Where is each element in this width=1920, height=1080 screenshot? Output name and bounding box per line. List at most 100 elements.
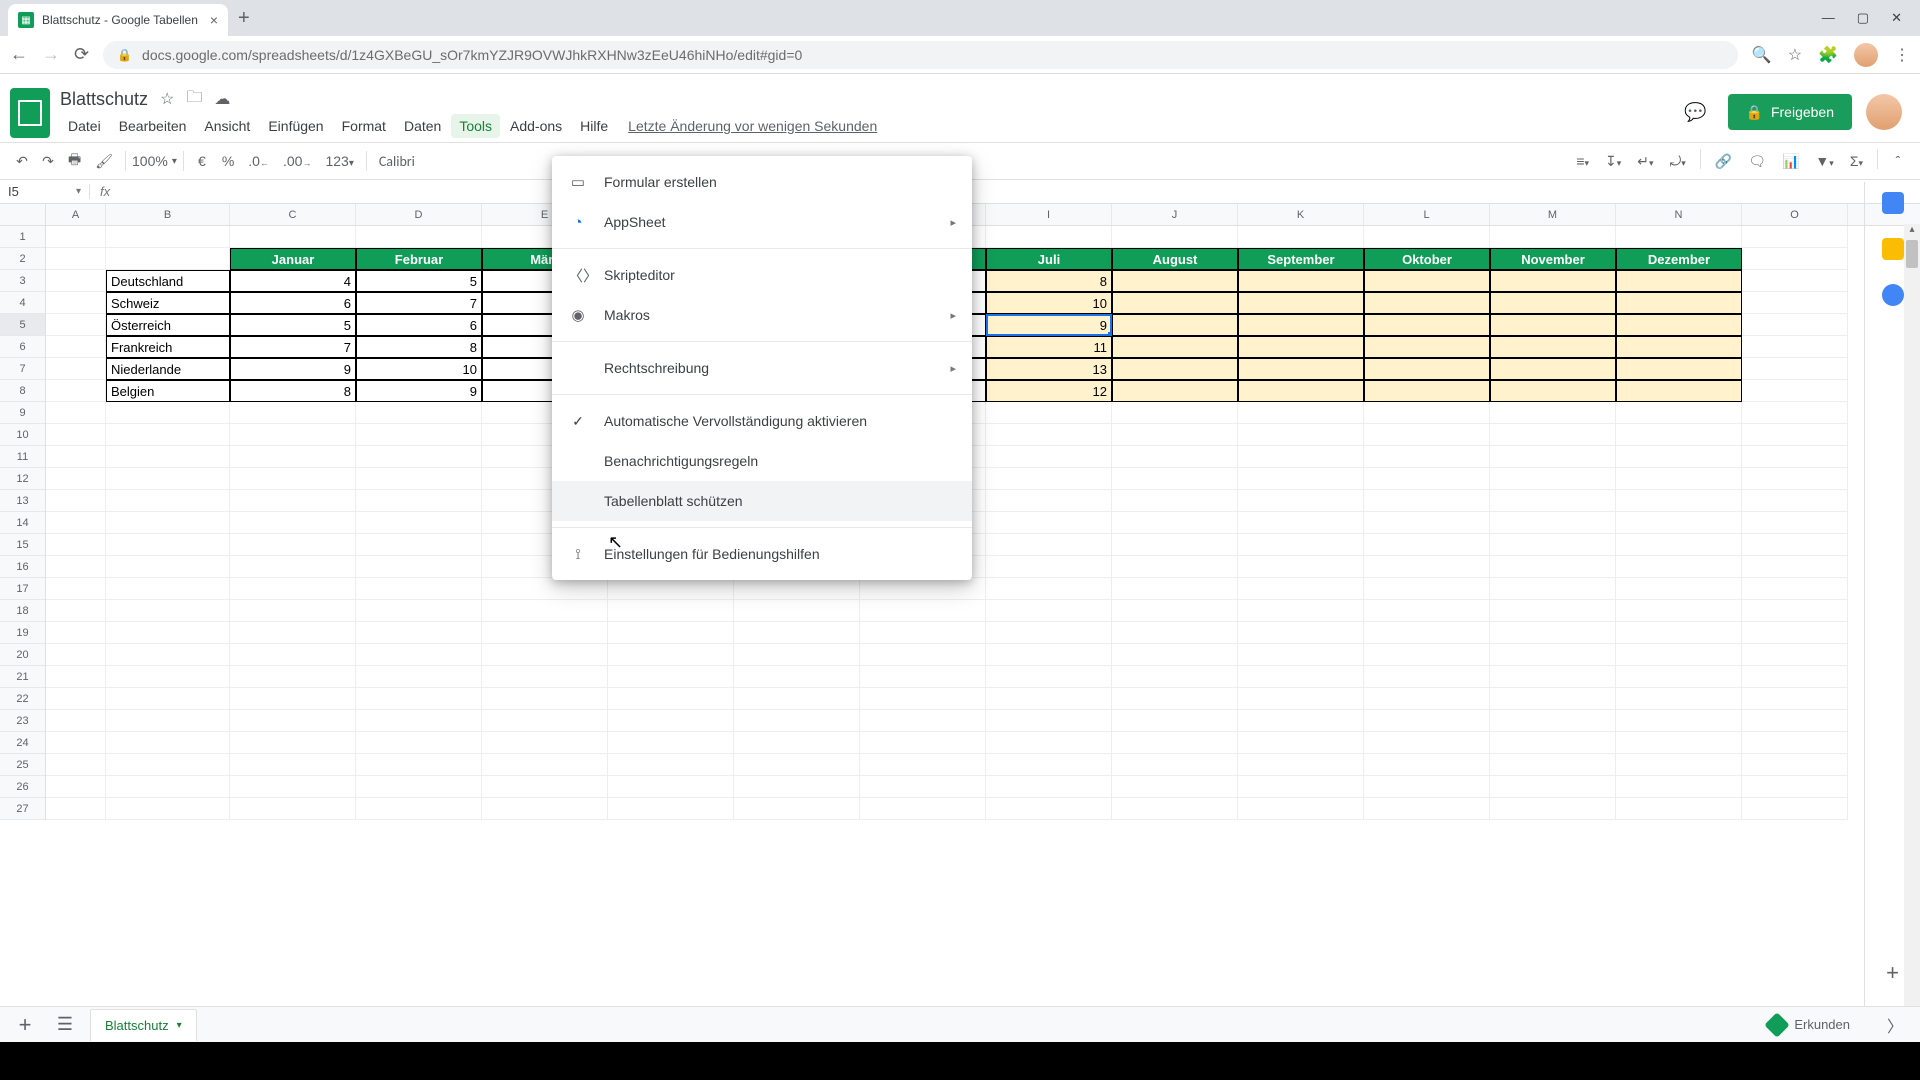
cell[interactable] xyxy=(46,292,106,314)
menu-accessibility[interactable]: ⟟ Einstellungen für Bedienungshilfen xyxy=(552,534,972,574)
cell[interactable] xyxy=(356,600,482,622)
cell[interactable] xyxy=(482,798,608,820)
cell[interactable] xyxy=(230,226,356,248)
cell[interactable] xyxy=(46,776,106,798)
cell[interactable] xyxy=(1616,754,1742,776)
cell[interactable] xyxy=(1616,600,1742,622)
last-edit-link[interactable]: Letzte Änderung vor wenigen Sekunden xyxy=(628,118,877,134)
cell[interactable] xyxy=(106,776,230,798)
cell[interactable] xyxy=(46,688,106,710)
cell[interactable] xyxy=(1490,534,1616,556)
data-cell[interactable] xyxy=(1112,380,1238,402)
cell[interactable] xyxy=(1112,600,1238,622)
cell[interactable] xyxy=(1616,490,1742,512)
cell[interactable] xyxy=(46,380,106,402)
cell[interactable] xyxy=(1238,644,1364,666)
cell[interactable] xyxy=(230,512,356,534)
paint-format-button[interactable]: 🖌 xyxy=(89,149,119,174)
bookmark-icon[interactable]: ☆ xyxy=(1788,45,1802,65)
cell[interactable] xyxy=(356,622,482,644)
cell[interactable] xyxy=(734,644,860,666)
cell[interactable] xyxy=(734,776,860,798)
insert-comment-button[interactable]: 🗨 xyxy=(1742,149,1772,174)
cell[interactable] xyxy=(1364,600,1490,622)
cell[interactable] xyxy=(106,578,230,600)
menu-item-ansicht[interactable]: Ansicht xyxy=(196,114,258,138)
cell[interactable] xyxy=(482,578,608,600)
row-header[interactable]: 4 xyxy=(0,292,45,314)
calendar-icon[interactable] xyxy=(1882,192,1904,214)
cell[interactable] xyxy=(356,666,482,688)
cell[interactable] xyxy=(356,468,482,490)
month-header[interactable]: Dezember xyxy=(1616,248,1742,270)
month-header[interactable]: August xyxy=(1112,248,1238,270)
cell[interactable] xyxy=(1238,578,1364,600)
cell[interactable] xyxy=(230,424,356,446)
cell[interactable] xyxy=(986,776,1112,798)
cell[interactable] xyxy=(356,688,482,710)
data-cell[interactable] xyxy=(1364,336,1490,358)
cell[interactable] xyxy=(986,666,1112,688)
cell[interactable] xyxy=(1364,402,1490,424)
zoom-select[interactable]: 100% ▾ xyxy=(132,153,177,169)
cell[interactable] xyxy=(986,798,1112,820)
cloud-status-icon[interactable]: ☁ xyxy=(214,89,230,109)
cell[interactable] xyxy=(986,534,1112,556)
month-header[interactable]: Februar xyxy=(356,248,482,270)
cell[interactable] xyxy=(1112,666,1238,688)
window-close-icon[interactable]: ✕ xyxy=(1891,10,1902,26)
cell[interactable] xyxy=(1616,666,1742,688)
text-wrap-button[interactable]: ↵▾ xyxy=(1631,149,1659,174)
cell[interactable] xyxy=(1364,710,1490,732)
row-header[interactable]: 12 xyxy=(0,468,45,490)
reload-button[interactable]: ⟳ xyxy=(74,44,89,65)
column-header[interactable]: L xyxy=(1364,204,1490,225)
cell[interactable] xyxy=(986,424,1112,446)
menu-item-daten[interactable]: Daten xyxy=(396,114,449,138)
cell[interactable] xyxy=(1490,556,1616,578)
cell[interactable] xyxy=(46,754,106,776)
text-rotate-button[interactable]: ⤾▾ xyxy=(1664,149,1692,174)
cell[interactable] xyxy=(46,402,106,424)
cell[interactable] xyxy=(46,578,106,600)
address-bar[interactable]: 🔒 docs.google.com/spreadsheets/d/1z4GXBe… xyxy=(103,41,1738,69)
row-header[interactable]: 27 xyxy=(0,798,45,820)
menu-script-editor[interactable]: 〈〉 Skripteditor xyxy=(552,255,972,295)
cell[interactable] xyxy=(1742,600,1848,622)
data-cell[interactable] xyxy=(1490,292,1616,314)
cell[interactable] xyxy=(1742,402,1848,424)
cell[interactable] xyxy=(1616,512,1742,534)
row-header[interactable]: 10 xyxy=(0,424,45,446)
cell[interactable] xyxy=(1742,468,1848,490)
row-header[interactable]: 3 xyxy=(0,270,45,292)
cell[interactable] xyxy=(106,688,230,710)
cell[interactable] xyxy=(230,556,356,578)
row-header[interactable]: 14 xyxy=(0,512,45,534)
cell[interactable] xyxy=(1238,688,1364,710)
cell[interactable] xyxy=(1742,314,1848,336)
column-header[interactable]: J xyxy=(1112,204,1238,225)
cell[interactable] xyxy=(1742,534,1848,556)
cell[interactable] xyxy=(734,666,860,688)
cell[interactable] xyxy=(734,622,860,644)
cell[interactable] xyxy=(1742,732,1848,754)
data-cell[interactable]: 8 xyxy=(356,336,482,358)
cell[interactable] xyxy=(1742,512,1848,534)
cell[interactable] xyxy=(1490,402,1616,424)
sheet-tab-active[interactable]: Blattschutz ▾ xyxy=(90,1009,197,1041)
cell[interactable] xyxy=(860,776,986,798)
cell[interactable] xyxy=(1742,754,1848,776)
select-all-corner[interactable] xyxy=(0,204,45,226)
cell[interactable] xyxy=(482,710,608,732)
cell[interactable] xyxy=(356,424,482,446)
cell[interactable] xyxy=(986,490,1112,512)
cell[interactable] xyxy=(734,710,860,732)
cell[interactable] xyxy=(46,798,106,820)
cell[interactable] xyxy=(1364,688,1490,710)
cell[interactable] xyxy=(106,424,230,446)
cell[interactable] xyxy=(1742,270,1848,292)
cell[interactable] xyxy=(608,644,734,666)
cell[interactable] xyxy=(482,688,608,710)
cell[interactable] xyxy=(1112,578,1238,600)
cell[interactable] xyxy=(46,424,106,446)
